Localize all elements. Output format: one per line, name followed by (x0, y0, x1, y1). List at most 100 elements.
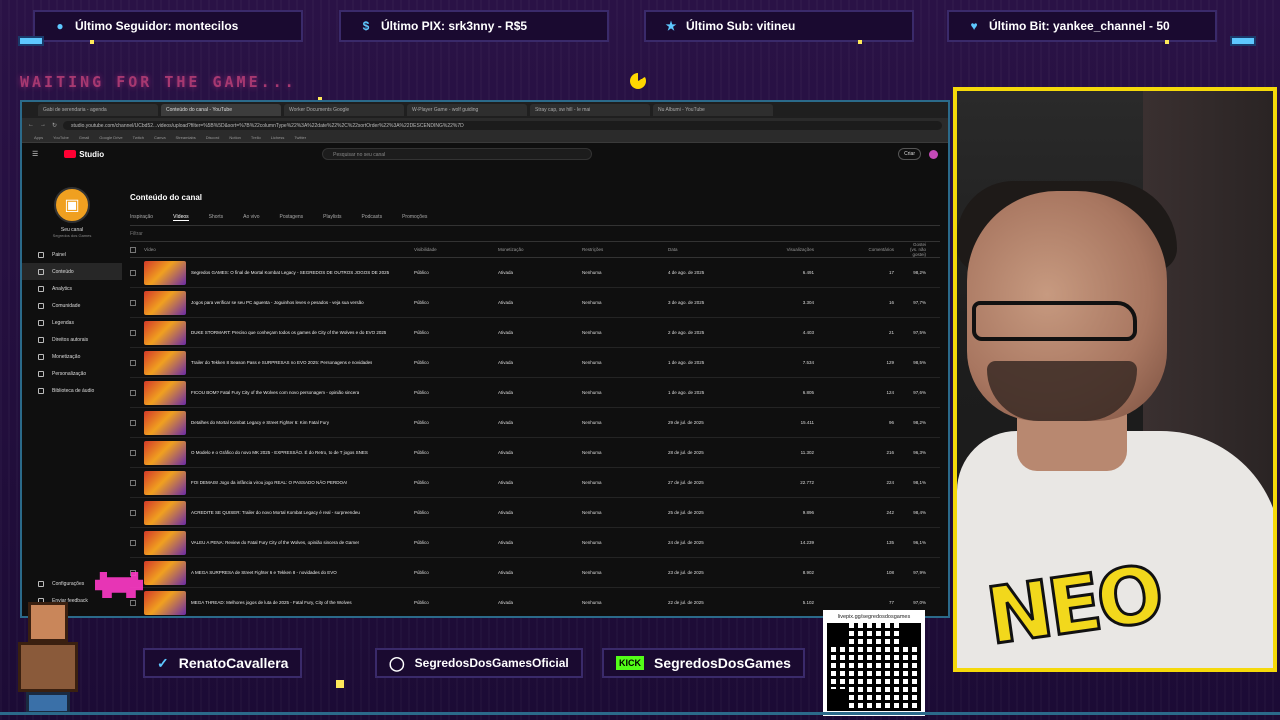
video-cell[interactable]: Jogos para verificar se seu PC aguenta -… (144, 290, 414, 315)
video-thumbnail[interactable] (144, 530, 186, 555)
bookmark-item[interactable]: YouTube (53, 135, 69, 140)
tab-videos[interactable]: Vídeos (173, 214, 189, 221)
row-checkbox[interactable] (130, 479, 136, 486)
visibility-cell[interactable]: Público (414, 450, 498, 455)
browser-tab[interactable]: Worker Documents Google (284, 104, 404, 116)
table-row[interactable]: ACREDITE SE QUISER: Trailer do novo Mort… (130, 498, 940, 528)
browser-tab[interactable]: Nu Albumi - YouTube (653, 104, 773, 116)
bookmark-item[interactable]: Apps (34, 135, 43, 140)
table-row[interactable]: O Modelo e o Gráfico do novo MK 2025 - E… (130, 438, 940, 468)
video-cell[interactable]: Segredos GAMES: O final de Mortal Kombat… (144, 260, 414, 285)
reload-icon[interactable]: ↻ (52, 122, 57, 129)
video-cell[interactable]: FOI DEMAIS! Jogo da infância virou jogo … (144, 470, 414, 495)
visibility-cell[interactable]: Público (414, 510, 498, 515)
table-row[interactable]: Segredos GAMES: O final de Mortal Kombat… (130, 258, 940, 288)
back-icon[interactable]: ← (28, 122, 34, 128)
visibility-cell[interactable]: Público (414, 600, 498, 605)
tab-shorts[interactable]: Shorts (209, 214, 223, 221)
tab-podcasts[interactable]: Podcasts (362, 214, 383, 221)
browser-tab[interactable]: Conteúdo do canal - YouTube (161, 104, 281, 116)
video-thumbnail[interactable] (144, 590, 186, 615)
row-checkbox[interactable] (130, 419, 136, 426)
table-row[interactable]: DUKE STORMART: Preciso que conheçam todo… (130, 318, 940, 348)
video-cell[interactable]: O Modelo e o Gráfico do novo MK 2025 - E… (144, 440, 414, 465)
row-checkbox[interactable] (130, 359, 136, 366)
bookmark-item[interactable]: Google Drive (99, 135, 122, 140)
channel-avatar[interactable]: ▣ (54, 187, 90, 223)
studio-logo[interactable]: Studio (64, 150, 104, 159)
visibility-cell[interactable]: Público (414, 300, 498, 305)
sidebar-item-subtitles[interactable]: Legendas (22, 314, 122, 331)
video-title[interactable]: ACREDITE SE QUISER: Trailer do novo Mort… (191, 510, 360, 516)
select-all-checkbox[interactable] (130, 246, 136, 253)
video-thumbnail[interactable] (144, 320, 186, 345)
video-thumbnail[interactable] (144, 290, 186, 315)
video-thumbnail[interactable] (144, 500, 186, 525)
bookmark-item[interactable]: Gmail (79, 135, 89, 140)
table-row[interactable]: VALEU A PENA: Review do Fatal Fury City … (130, 528, 940, 558)
sidebar-item-audio-library[interactable]: Biblioteca de áudio (22, 382, 122, 399)
bookmark-item[interactable]: Twitch (133, 135, 144, 140)
row-checkbox[interactable] (130, 509, 136, 516)
tab-live[interactable]: Ao vivo (243, 214, 259, 221)
tab-promotions[interactable]: Promoções (402, 214, 427, 221)
bookmark-item[interactable]: Trello (251, 135, 261, 140)
tab-posts[interactable]: Postagens (280, 214, 304, 221)
row-checkbox[interactable] (130, 539, 136, 546)
row-checkbox[interactable] (130, 389, 136, 396)
column-header[interactable]: Data (668, 247, 748, 252)
sidebar-item-community[interactable]: Comunidade (22, 297, 122, 314)
video-cell[interactable]: Detalhes do Mortal Kombat Legacy e Stree… (144, 410, 414, 435)
video-title[interactable]: Trailer do Tekken 8 Season Pass e SURPRE… (191, 360, 372, 366)
video-title[interactable]: FICOU BOM? Fatal Fury City of the Wolves… (191, 390, 359, 396)
video-cell[interactable]: ACREDITE SE QUISER: Trailer do novo Mort… (144, 500, 414, 525)
video-thumbnail[interactable] (144, 470, 186, 495)
video-title[interactable]: DUKE STORMART: Preciso que conheçam todo… (191, 330, 386, 336)
bookmark-item[interactable]: Lichess (271, 135, 285, 140)
table-row[interactable]: MEGA THREAD: Melhores jogos de luta de 2… (130, 588, 940, 616)
video-cell[interactable]: A MEGA SURPRESA de Street Fighter 6 e Te… (144, 560, 414, 585)
video-cell[interactable]: DUKE STORMART: Preciso que conheçam todo… (144, 320, 414, 345)
bookmark-item[interactable]: Notion (229, 135, 241, 140)
visibility-cell[interactable]: Público (414, 420, 498, 425)
visibility-cell[interactable]: Público (414, 390, 498, 395)
video-cell[interactable]: FICOU BOM? Fatal Fury City of the Wolves… (144, 380, 414, 405)
video-title[interactable]: O Modelo e o Gráfico do novo MK 2025 - E… (191, 450, 368, 456)
video-cell[interactable]: MEGA THREAD: Melhores jogos de luta de 2… (144, 590, 414, 615)
address-input[interactable]: studio.youtube.com/channel/UCbd52...vide… (63, 120, 942, 130)
visibility-cell[interactable]: Público (414, 360, 498, 365)
video-thumbnail[interactable] (144, 440, 186, 465)
bookmark-item[interactable]: Discord (206, 135, 220, 140)
video-title[interactable]: Segredos GAMES: O final de Mortal Kombat… (191, 270, 389, 276)
browser-tab[interactable]: Gabi de serendaria - agenda (38, 104, 158, 116)
visibility-cell[interactable]: Público (414, 570, 498, 575)
sidebar-item-copyright[interactable]: Direitos autorais (22, 331, 122, 348)
table-row[interactable]: FICOU BOM? Fatal Fury City of the Wolves… (130, 378, 940, 408)
row-checkbox[interactable] (130, 599, 136, 606)
video-cell[interactable]: Trailer do Tekken 8 Season Pass e SURPRE… (144, 350, 414, 375)
sidebar-item-customization[interactable]: Personalização (22, 365, 122, 382)
browser-tab[interactable]: W-Player Game - wolf guiding (407, 104, 527, 116)
table-row[interactable]: Jogos para verificar se seu PC aguenta -… (130, 288, 940, 318)
create-button[interactable]: Criar (898, 148, 921, 160)
visibility-cell[interactable]: Público (414, 540, 498, 545)
video-thumbnail[interactable] (144, 410, 186, 435)
account-avatar[interactable] (929, 149, 938, 159)
tab-inspiration[interactable]: Inspiração (130, 214, 153, 221)
video-title[interactable]: Detalhes do Mortal Kombat Legacy e Stree… (191, 420, 329, 426)
search-input[interactable]: Pesquisar no seu canal (322, 148, 593, 160)
table-row[interactable]: A MEGA SURPRESA de Street Fighter 6 e Te… (130, 558, 940, 588)
video-thumbnail[interactable] (144, 260, 186, 285)
bookmark-item[interactable]: Canva (154, 135, 166, 140)
sidebar-item-analytics[interactable]: Analytics (22, 280, 122, 297)
video-thumbnail[interactable] (144, 350, 186, 375)
row-checkbox[interactable] (130, 449, 136, 456)
sidebar-item-earn[interactable]: Monetização (22, 348, 122, 365)
menu-icon[interactable]: ☰ (32, 150, 38, 158)
video-title[interactable]: FOI DEMAIS! Jogo da infância virou jogo … (191, 480, 347, 486)
visibility-cell[interactable]: Público (414, 480, 498, 485)
sidebar-item-content[interactable]: Conteúdo (22, 263, 122, 280)
table-row[interactable]: Detalhes do Mortal Kombat Legacy e Stree… (130, 408, 940, 438)
video-title[interactable]: A MEGA SURPRESA de Street Fighter 6 e Te… (191, 570, 337, 576)
table-row[interactable]: Trailer do Tekken 8 Season Pass e SURPRE… (130, 348, 940, 378)
